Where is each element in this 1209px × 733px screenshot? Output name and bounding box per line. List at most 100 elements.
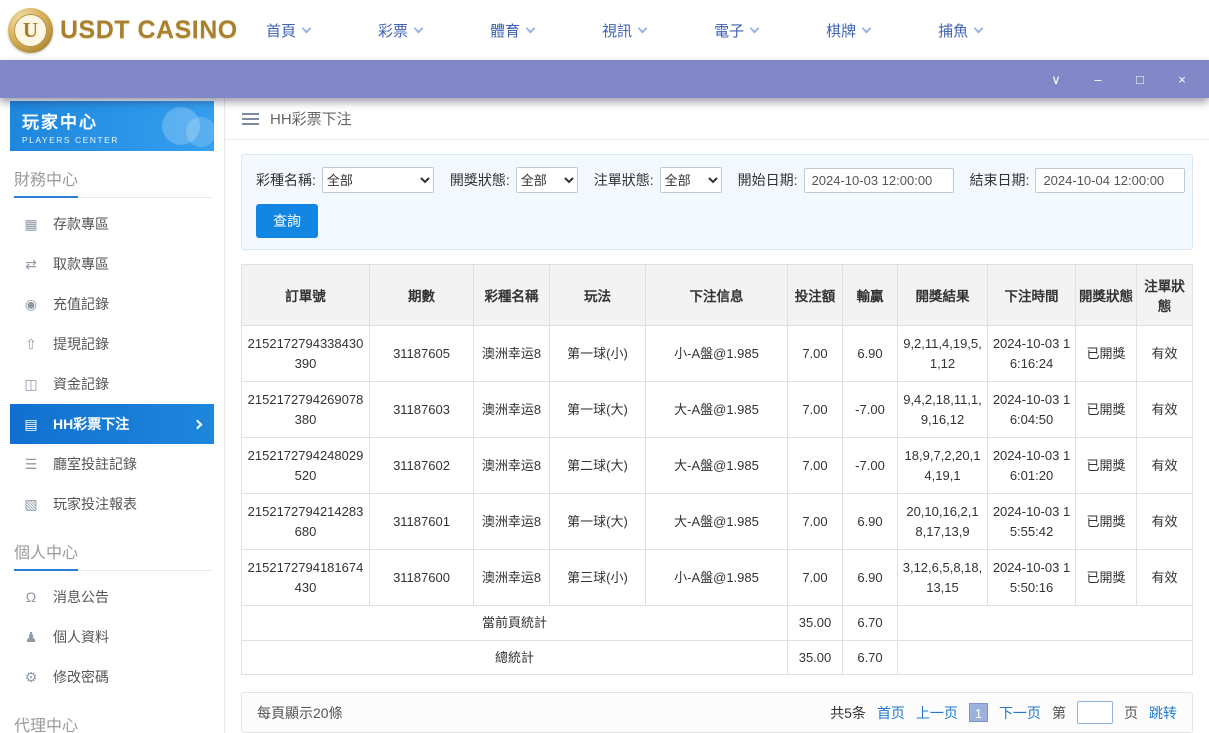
sidebar-item-hh-lottery-bet[interactable]: ▤ HH彩票下注 — [10, 404, 214, 444]
nav-label-sports: 體育 — [490, 20, 520, 41]
cell-win-loss: 6.90 — [843, 550, 898, 606]
cell-bet-info: 小-A盤@1.985 — [646, 550, 788, 606]
chevron-down-icon — [526, 23, 536, 33]
nav-item-home[interactable]: 首頁 — [266, 20, 310, 41]
cell-order-id: 2152172794214283680 — [242, 494, 370, 550]
page-size-text: 每頁顯示20條 — [257, 703, 343, 723]
table-row: 215217279421428368031187601澳洲幸运8第一球(大)大-… — [242, 494, 1193, 550]
sidebar-item-room-bet-record[interactable]: ☰ 廳室投註記錄 — [10, 444, 214, 484]
chevron-down-icon — [414, 23, 424, 33]
prev-page-link[interactable]: 上一页 — [916, 703, 958, 723]
chevron-down-icon — [862, 23, 872, 33]
pagination-bar: 每頁顯示20條 共5条 首页 上一页 1 下一页 第 页 跳转 — [241, 692, 1193, 733]
order-status-label: 注單狀態: — [594, 170, 654, 190]
first-page-link[interactable]: 首页 — [877, 703, 905, 723]
sidebar-section-heading: 代理中心 — [12, 712, 212, 733]
cell-bet-time: 2024-10-03 16:01:20 — [988, 438, 1076, 494]
top-header: U USDT CASINO 首頁 彩票 體育 視訊 電子 棋牌 捕魚 — [0, 0, 1209, 60]
sidebar-section: 個人中心 Ω 消息公告 ♟ 個人資料 ⚙ 修改密碼 — [10, 539, 214, 697]
orders-tbody: 215217279433843039031187605澳洲幸运8第一球(小)小-… — [242, 326, 1193, 675]
cell-draw-result: 3,12,6,5,8,18,13,15 — [898, 550, 988, 606]
cell-play-type: 第一球(小) — [550, 326, 646, 382]
nav-label-video: 視訊 — [602, 20, 632, 41]
room-bet-record-icon: ☰ — [23, 456, 39, 473]
sidebar-item-player-bet-report[interactable]: ▧ 玩家投注報表 — [10, 484, 214, 524]
sidebar-item-withdraw[interactable]: ⇄ 取款專區 — [10, 244, 214, 284]
cell-draw-status: 已開獎 — [1076, 326, 1137, 382]
nav-label-chess: 棋牌 — [826, 20, 856, 41]
sidebar-item-label: 提現記錄 — [53, 334, 109, 354]
cell-bet-time: 2024-10-03 15:50:16 — [988, 550, 1076, 606]
next-page-link[interactable]: 下一页 — [999, 703, 1041, 723]
nav-item-video[interactable]: 視訊 — [602, 20, 646, 41]
table-row: 215217279424802952031187602澳洲幸运8第二球(大)大-… — [242, 438, 1193, 494]
nav-label-fishing: 捕魚 — [938, 20, 968, 41]
chevron-down-icon — [638, 23, 648, 33]
sidebar-item-label: 資金記錄 — [53, 374, 109, 394]
nav-item-fishing[interactable]: 捕魚 — [938, 20, 982, 41]
sidebar-item-fund-record[interactable]: ◫ 資金記錄 — [10, 364, 214, 404]
end-date-input[interactable] — [1035, 168, 1185, 193]
filter-row: 彩種名稱: 全部 開獎狀態: 全部 注單狀態: 全 — [256, 167, 1178, 193]
filter-start-date: 開始日期: — [738, 168, 954, 193]
draw-status-select[interactable]: 全部 — [516, 167, 578, 193]
sidebar-item-profile[interactable]: ♟ 個人資料 — [10, 617, 214, 657]
col-header-play-type: 玩法 — [550, 265, 646, 326]
section-heading-text: 財務中心 — [14, 166, 78, 190]
page-title: HH彩票下注 — [270, 108, 352, 129]
cell-lottery-name: 澳洲幸运8 — [474, 550, 550, 606]
cell-order-id: 2152172794269078380 — [242, 382, 370, 438]
sidebar-item-label: 取款專區 — [53, 254, 109, 274]
sidebar-item-change-password[interactable]: ⚙ 修改密碼 — [10, 657, 214, 697]
query-button[interactable]: 查詢 — [256, 204, 318, 238]
order-status-select[interactable]: 全部 — [660, 167, 722, 193]
lottery-select[interactable]: 全部 — [322, 167, 434, 193]
chevron-right-icon — [193, 419, 203, 429]
profile-icon: ♟ — [23, 629, 39, 646]
summary-row: 當前頁統計35.006.70 — [242, 606, 1193, 641]
cell-draw-status: 已開獎 — [1076, 438, 1137, 494]
cell-lottery-name: 澳洲幸运8 — [474, 494, 550, 550]
cell-bet-info: 大-A盤@1.985 — [646, 494, 788, 550]
cell-period: 31187602 — [370, 438, 474, 494]
col-header-draw-status: 開獎狀態 — [1076, 265, 1137, 326]
orders-header-row: 訂單號期數彩種名稱玩法下注信息投注額輸贏開獎結果下注時間開獎狀態注單狀態 — [242, 265, 1193, 326]
cell-period: 31187600 — [370, 550, 474, 606]
sidebar-item-withdraw-record[interactable]: ⇧ 提現記錄 — [10, 324, 214, 364]
sidebar-item-announcements[interactable]: Ω 消息公告 — [10, 577, 214, 617]
jump-link[interactable]: 跳转 — [1149, 703, 1177, 723]
cell-draw-result: 9,4,2,18,11,1,9,16,12 — [898, 382, 988, 438]
sidebar-item-recharge-record[interactable]: ◉ 充值記錄 — [10, 284, 214, 324]
summary-empty — [898, 606, 1193, 641]
chevron-down-icon — [750, 23, 760, 33]
close-icon[interactable]: × — [1175, 73, 1189, 86]
current-page[interactable]: 1 — [969, 703, 988, 722]
logo[interactable]: U USDT CASINO — [0, 8, 232, 53]
start-date-input[interactable] — [804, 168, 954, 193]
nav-item-chess[interactable]: 棋牌 — [826, 20, 870, 41]
section-heading-text: 代理中心 — [14, 712, 78, 733]
nav-item-lottery[interactable]: 彩票 — [378, 20, 422, 41]
jump-page-input[interactable] — [1077, 701, 1113, 724]
nav-label-home: 首頁 — [266, 20, 296, 41]
minimize-icon[interactable]: – — [1091, 73, 1105, 86]
sidebar-item-deposit[interactable]: ▦ 存款專區 — [10, 204, 214, 244]
cell-order-id: 2152172794338430390 — [242, 326, 370, 382]
cell-order-id: 2152172794181674430 — [242, 550, 370, 606]
maximize-icon[interactable]: □ — [1133, 73, 1147, 86]
withdraw-icon: ⇄ — [23, 256, 39, 273]
chevron-down-icon[interactable]: ∨ — [1049, 73, 1063, 86]
menu-icon[interactable] — [242, 113, 259, 125]
sidebar-list: ▦ 存款專區 ⇄ 取款專區 ◉ 充值記錄 ⇧ 提現記錄 ◫ 資金記錄 ▤ HH彩… — [10, 204, 214, 524]
nav-item-sports[interactable]: 體育 — [490, 20, 534, 41]
breadcrumb: HH彩票下注 — [225, 98, 1209, 140]
end-date-label: 結束日期: — [970, 170, 1030, 190]
col-header-lottery-name: 彩種名稱 — [474, 265, 550, 326]
cell-bet-time: 2024-10-03 16:16:24 — [988, 326, 1076, 382]
cell-win-loss: -7.00 — [843, 382, 898, 438]
chevron-down-icon — [302, 23, 312, 33]
sidebar-list: Ω 消息公告 ♟ 個人資料 ⚙ 修改密碼 — [10, 577, 214, 697]
cell-play-type: 第二球(大) — [550, 438, 646, 494]
cell-win-loss: 6.90 — [843, 326, 898, 382]
nav-item-electronic[interactable]: 電子 — [714, 20, 758, 41]
